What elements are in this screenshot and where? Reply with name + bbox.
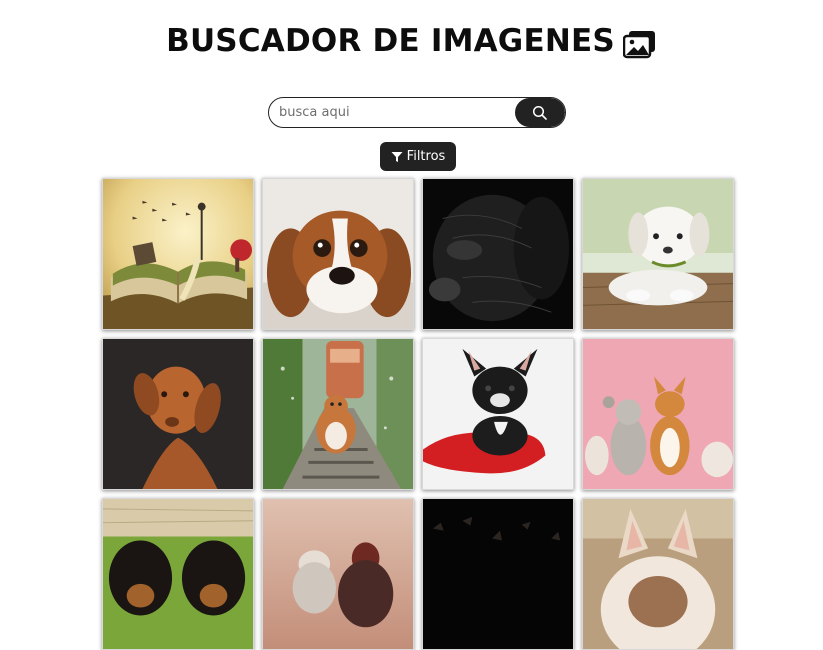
- gallery-image[interactable]: [422, 498, 574, 650]
- spaniel-dog-image: [263, 179, 413, 329]
- page-header: BUSCADOR DE IMAGENES: [0, 22, 823, 60]
- gallery-image[interactable]: [262, 498, 414, 650]
- page-title: BUSCADOR DE IMAGENES: [166, 23, 615, 59]
- gallery-image[interactable]: [262, 338, 414, 490]
- images-icon: [622, 31, 655, 59]
- gallery-image[interactable]: [422, 178, 574, 330]
- gallery-image[interactable]: [102, 498, 254, 650]
- gallery-image[interactable]: [262, 178, 414, 330]
- gallery-image[interactable]: [582, 498, 734, 650]
- rottweiler-image: [103, 499, 253, 649]
- gallery-image[interactable]: [422, 338, 574, 490]
- french-bulldog-image: [423, 339, 573, 489]
- dark-dog-image: [423, 179, 573, 329]
- gallery-image[interactable]: [582, 178, 734, 330]
- bulldog-closeup-image: [583, 499, 733, 649]
- dark-night-image: [423, 499, 573, 649]
- search-form: [268, 97, 566, 128]
- search-input[interactable]: [269, 98, 515, 127]
- white-puppy-image: [583, 179, 733, 329]
- funnel-icon: [391, 151, 403, 162]
- gallery-image[interactable]: [102, 338, 254, 490]
- gallery-image[interactable]: [582, 338, 734, 490]
- people-dog-image: [263, 499, 413, 649]
- image-gallery: [102, 178, 734, 650]
- filters-label: Filtros: [406, 149, 446, 164]
- filters-button[interactable]: Filtros: [380, 142, 456, 171]
- vizsla-dog-image: [103, 339, 253, 489]
- gallery-image[interactable]: [102, 178, 254, 330]
- pets-group-image: [583, 339, 733, 489]
- search-button[interactable]: [515, 98, 565, 127]
- search-icon: [532, 105, 547, 120]
- corgi-rails-image: [263, 339, 413, 489]
- book-landscape-image: [103, 179, 253, 329]
